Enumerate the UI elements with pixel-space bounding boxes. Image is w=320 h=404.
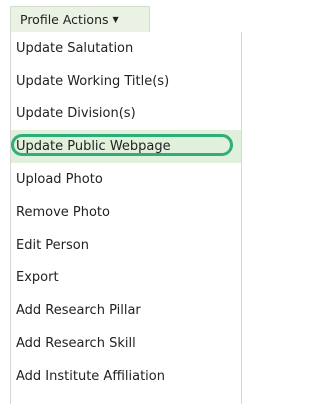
profile-actions-label: Profile Actions: [20, 12, 109, 27]
menu-item-edit-person[interactable]: Edit Person: [11, 229, 241, 262]
menu-item-export[interactable]: Export: [11, 262, 241, 295]
menu-item-remove-photo[interactable]: Remove Photo: [11, 196, 241, 229]
menu-item-add-institute-affiliation[interactable]: Add Institute Affiliation: [11, 360, 241, 393]
menu-item-update-public-webpage[interactable]: Update Public Webpage: [11, 130, 241, 164]
profile-actions-menu: Update Salutation Update Working Title(s…: [10, 32, 242, 404]
menu-item-upload-photo[interactable]: Upload Photo: [11, 163, 241, 196]
menu-item-update-salutation[interactable]: Update Salutation: [11, 32, 241, 65]
menu-item-update-working-titles[interactable]: Update Working Title(s): [11, 65, 241, 98]
caret-down-icon: ▼: [112, 15, 119, 24]
profile-actions-button[interactable]: Profile Actions ▼: [10, 6, 150, 32]
menu-item-add-research-pillar[interactable]: Add Research Pillar: [11, 294, 241, 327]
menu-item-update-divisions[interactable]: Update Division(s): [11, 98, 241, 131]
menu-item-add-research-skill[interactable]: Add Research Skill: [11, 327, 241, 360]
